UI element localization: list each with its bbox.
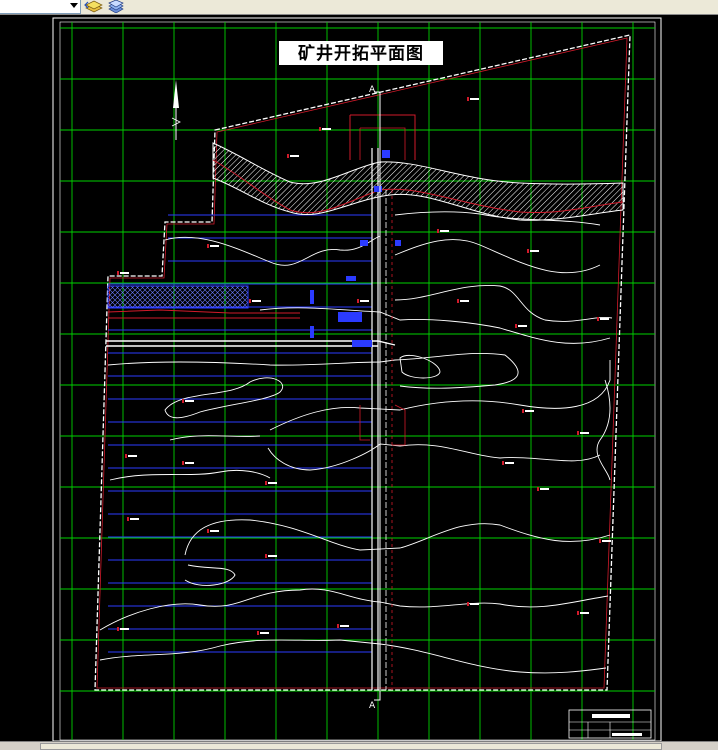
elevation-tag bbox=[120, 628, 129, 630]
elevation-tag-marker bbox=[182, 461, 184, 465]
elevation-tag-marker bbox=[577, 611, 579, 615]
elevation-tag bbox=[470, 603, 479, 605]
layer-previous-icon bbox=[84, 0, 103, 13]
elevation-tag-marker bbox=[337, 624, 339, 628]
elevation-tag-marker bbox=[117, 627, 119, 631]
goaf-area bbox=[107, 285, 249, 309]
sheet-frame bbox=[52, 17, 662, 741]
elevation-tag-marker bbox=[117, 271, 119, 275]
elevation-tag-marker bbox=[287, 154, 289, 158]
elevation-tag bbox=[530, 250, 539, 252]
layer-previous-button[interactable] bbox=[84, 0, 104, 13]
elevation-tag bbox=[268, 555, 277, 557]
elevation-tag bbox=[540, 488, 549, 490]
elevation-tag bbox=[518, 325, 527, 327]
elevation-tag-marker bbox=[467, 97, 469, 101]
outcrop-hatch bbox=[212, 142, 624, 221]
elevation-tag-marker bbox=[522, 409, 524, 413]
elevation-tag-marker bbox=[127, 517, 129, 521]
elevation-tag bbox=[525, 410, 534, 412]
elevation-tag bbox=[600, 318, 609, 320]
elevation-tag-marker bbox=[437, 229, 439, 233]
elevation-tag bbox=[128, 455, 137, 457]
main-roadway bbox=[106, 340, 396, 347]
elevation-tag-marker bbox=[457, 299, 459, 303]
layer-stack-button[interactable] bbox=[106, 0, 126, 13]
elevation-tag-marker bbox=[182, 399, 184, 403]
elevation-tag-marker bbox=[515, 324, 517, 328]
elevation-tag-marker bbox=[467, 602, 469, 606]
elevation-tag bbox=[185, 400, 194, 402]
elevation-tag bbox=[322, 128, 331, 130]
coordinate-grid bbox=[60, 22, 655, 740]
section-marker-bottom: A bbox=[369, 701, 376, 711]
layer-stack-icon bbox=[108, 0, 124, 13]
elevation-tag bbox=[210, 530, 219, 532]
elevation-tag bbox=[120, 272, 129, 274]
elevation-tag bbox=[268, 482, 277, 484]
elevation-tag-marker bbox=[599, 539, 601, 543]
elevation-tag-marker bbox=[265, 481, 267, 485]
elevation-tag bbox=[252, 300, 261, 302]
elevation-tag-marker bbox=[597, 317, 599, 321]
elevation-tag-marker bbox=[357, 299, 359, 303]
elevation-tag bbox=[210, 245, 219, 247]
toolbar bbox=[0, 0, 718, 15]
elevation-tag-marker bbox=[125, 454, 127, 458]
elevation-tag bbox=[460, 300, 469, 302]
elevation-tag-marker bbox=[249, 299, 251, 303]
elevation-tag bbox=[340, 625, 349, 627]
roadway-red bbox=[107, 309, 300, 319]
elevation-tag bbox=[130, 518, 139, 520]
elevation-tag bbox=[580, 432, 589, 434]
drawing-viewport[interactable]: A A 矿井开拓平面图 bbox=[0, 15, 718, 741]
elevation-tag bbox=[602, 540, 611, 542]
elevation-tag-marker bbox=[577, 431, 579, 435]
elevation-tag bbox=[470, 98, 479, 100]
north-arrow bbox=[171, 80, 181, 140]
elevation-tag bbox=[505, 462, 514, 464]
elevation-tag bbox=[440, 230, 449, 232]
elevation-tag-marker bbox=[207, 244, 209, 248]
elevation-tag-marker bbox=[319, 127, 321, 131]
layer-dropdown[interactable] bbox=[0, 0, 81, 14]
mine-plan-drawing: A A 矿井开拓平面图 bbox=[52, 17, 662, 741]
drawing-title: 矿井开拓平面图 bbox=[298, 43, 424, 64]
elevation-tag bbox=[360, 300, 369, 302]
elevation-tag-marker bbox=[207, 529, 209, 533]
chevron-down-icon[interactable] bbox=[70, 3, 78, 8]
elevation-tag bbox=[580, 612, 589, 614]
working-lines bbox=[108, 214, 372, 653]
elevation-tag bbox=[185, 462, 194, 464]
elevation-tag-marker bbox=[502, 461, 504, 465]
elevation-tag-marker bbox=[265, 554, 267, 558]
elevation-tag bbox=[290, 155, 299, 157]
elevation-tag-marker bbox=[257, 631, 259, 635]
title-block bbox=[568, 709, 652, 739]
section-marker-top: A bbox=[369, 85, 376, 95]
elevation-tag-marker bbox=[537, 487, 539, 491]
elevation-tag-marker bbox=[527, 249, 529, 253]
elevation-tag bbox=[260, 632, 269, 634]
